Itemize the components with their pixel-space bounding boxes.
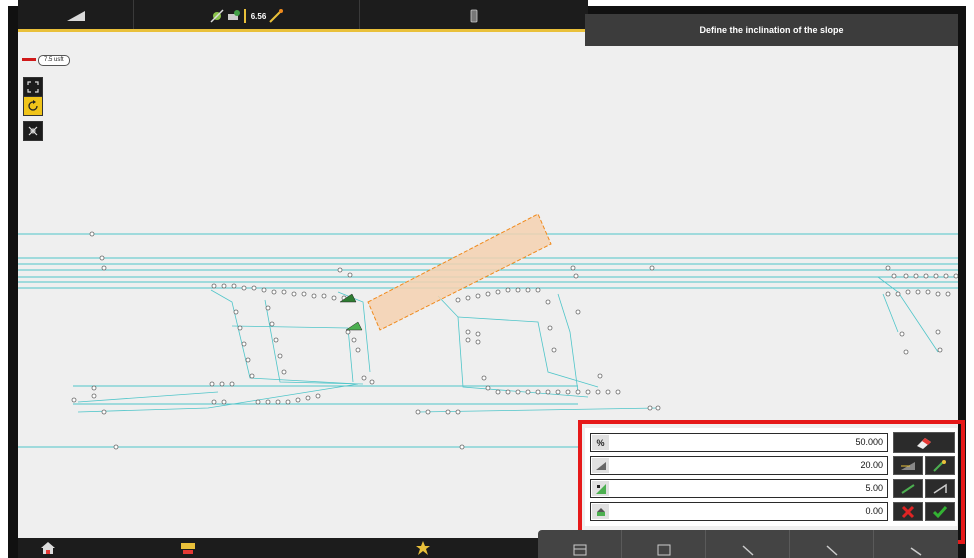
zoom-extents-icon [27, 81, 39, 93]
favorite-button[interactable] [403, 538, 443, 558]
north-arrow-icon [22, 58, 36, 61]
active-indicator [18, 29, 585, 32]
rotate-button[interactable] [23, 96, 43, 116]
favorite-icon [416, 541, 430, 555]
center-icon [28, 126, 38, 136]
machine-button[interactable] [168, 538, 208, 558]
tab-search[interactable] [706, 530, 790, 558]
zoom-icon [825, 545, 838, 556]
controller-icon [470, 9, 478, 23]
slope-area [367, 213, 552, 331]
bottom-tabs [538, 530, 958, 558]
slope-mode-button[interactable] [18, 0, 134, 32]
satellite-icon [210, 9, 224, 23]
pole-icon [243, 9, 246, 23]
controller-button[interactable] [360, 0, 588, 32]
zoom-extents-button[interactable] [23, 77, 43, 97]
scale-label: 7.5 usft [38, 55, 70, 66]
tab-zoom[interactable] [790, 530, 874, 558]
search-icon [741, 545, 754, 556]
home-button[interactable] [18, 538, 78, 558]
machine-icon [181, 543, 195, 554]
top-toolbar: 6.56 [18, 0, 588, 32]
panel-highlight [578, 420, 965, 544]
rotate-icon [28, 100, 38, 111]
slope-mode-icon [66, 11, 85, 21]
tab-layers[interactable] [538, 530, 622, 558]
measure-icon [269, 9, 284, 23]
map-view-icon [657, 544, 670, 556]
layers-icon [573, 544, 586, 556]
gnss-status[interactable]: 6.56 [134, 0, 360, 32]
home-icon [41, 542, 55, 554]
page-title: Define the inclination of the slope [585, 14, 958, 46]
status-value: 6.56 [250, 11, 267, 21]
gnss-status-icon [227, 10, 240, 20]
center-button[interactable] [23, 121, 43, 141]
tab-map-view[interactable] [622, 530, 706, 558]
tab-settings[interactable] [874, 530, 958, 558]
settings-icon [910, 547, 922, 556]
